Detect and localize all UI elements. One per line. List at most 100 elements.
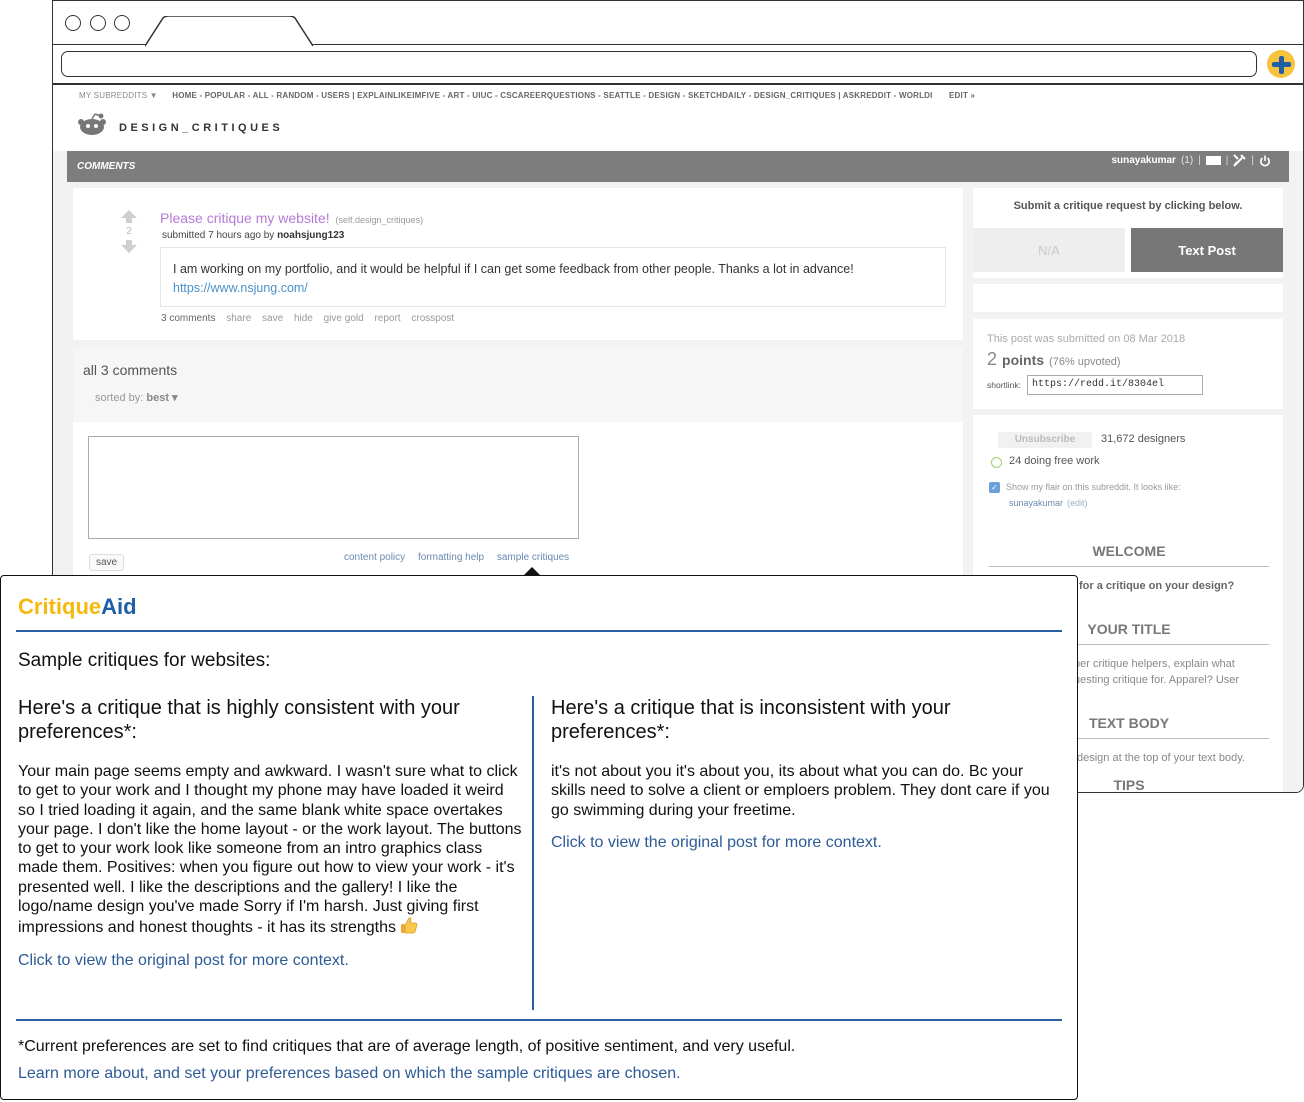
- consistent-critique-body: Your main page seems empty and awkward. …: [18, 762, 523, 938]
- window-zoom-button[interactable]: [114, 15, 130, 31]
- inconsistent-context-link[interactable]: Click to view the original post for more…: [551, 834, 1056, 852]
- text-post-button[interactable]: Text Post: [1131, 228, 1283, 272]
- selftext-body: I am working on my portfolio, and it wou…: [173, 262, 854, 276]
- brand-critique: Critique: [18, 594, 102, 619]
- shortlink-label: shortlink:: [987, 380, 1022, 390]
- online-count: 24 doing free work: [1009, 455, 1100, 467]
- flair-checkbox[interactable]: ✓: [989, 482, 1000, 493]
- post-actions: 3 comments share save hide give gold rep…: [161, 313, 462, 324]
- critiqueaid-popup: CritiqueAid Sample critiques for website…: [0, 575, 1078, 1100]
- column-divider: [532, 696, 534, 1010]
- brand-aid: Aid: [101, 594, 137, 619]
- comments-header: all 3 comments sorted by: best ▾: [73, 347, 963, 422]
- post-card: 2 Please critique my website! (self.desi…: [73, 188, 963, 340]
- inconsistent-critique-column: Here's a critique that is inconsistent w…: [551, 696, 1056, 852]
- edit-subreddits-link[interactable]: EDIT »: [949, 91, 975, 100]
- sort-dropdown[interactable]: best ▾: [146, 392, 177, 404]
- save-comment-button[interactable]: save: [89, 554, 125, 571]
- comment-form-links: content policy formatting help sample cr…: [344, 552, 579, 563]
- subreddit-name[interactable]: DESIGN_CRITIQUES: [119, 122, 283, 134]
- save-link[interactable]: save: [262, 313, 283, 324]
- sidebar-blank-box: [973, 278, 1283, 312]
- post-score: 2: [126, 226, 132, 237]
- submit-box: Submit a critique request by clicking be…: [973, 188, 1283, 312]
- points-number: 2: [987, 349, 998, 369]
- critiqueaid-logo: CritiqueAid: [18, 594, 137, 620]
- preferences-footnote: *Current preferences are set to find cri…: [18, 1038, 796, 1055]
- learn-more-link[interactable]: Learn more about, and set your preferenc…: [18, 1065, 681, 1083]
- subscriber-count: 31,672 designers: [1101, 433, 1186, 445]
- upvote-arrow-icon[interactable]: [121, 210, 137, 223]
- title-instructions-1: per critique helpers, explain what: [1074, 658, 1235, 670]
- unsubscribe-button[interactable]: Unsubscribe: [998, 432, 1092, 448]
- title-instructions-2: uesting critique for. Apparel? User: [1074, 674, 1240, 686]
- downvote-arrow-icon[interactable]: [121, 240, 137, 253]
- comment-textarea[interactable]: [88, 436, 579, 539]
- consistent-heading: Here's a critique that is highly consist…: [18, 697, 460, 743]
- hide-link[interactable]: hide: [294, 313, 313, 324]
- post-domain[interactable]: (self.design_critiques): [336, 215, 424, 225]
- user-karma: (1): [1180, 155, 1194, 166]
- consistent-critique-column: Here's a critique that is highly consist…: [18, 696, 523, 970]
- flair-label: Show my flair on this subreddit. It look…: [1006, 482, 1181, 492]
- submitted-date: This post was submitted on 08 Mar 2018: [987, 333, 1186, 345]
- tab-comments[interactable]: COMMENTS: [77, 161, 135, 172]
- my-subreddits-dropdown[interactable]: MY SUBREDDITS ▼: [79, 91, 158, 100]
- popup-pointer: [524, 567, 540, 575]
- window-minimize-button[interactable]: [90, 15, 106, 31]
- logout-power-icon[interactable]: [1259, 155, 1271, 167]
- points-label: points: [1002, 352, 1045, 368]
- vote-widget: 2: [121, 210, 137, 253]
- welcome-question: for a critique on your design?: [1079, 580, 1235, 592]
- header-divider: [16, 630, 1062, 632]
- submit-cta: Submit a critique request by clicking be…: [1013, 200, 1243, 212]
- inconsistent-heading: Here's a critique that is inconsistent w…: [551, 697, 951, 743]
- formatting-help-link[interactable]: formatting help: [418, 552, 484, 563]
- inconsistent-critique-body: it's not about you it's about you, its a…: [551, 763, 1050, 819]
- page-header: MY SUBREDDITS ▼ HOME - POPULAR - ALL - R…: [53, 85, 1303, 151]
- flair-username: sunayakumar: [1009, 498, 1064, 508]
- address-bar[interactable]: [61, 51, 1257, 77]
- reddit-alien-logo[interactable]: [77, 113, 107, 135]
- sorted-by-label: sorted by:: [95, 392, 144, 404]
- subreddit-bar: MY SUBREDDITS ▼ HOME - POPULAR - ALL - R…: [79, 91, 975, 100]
- flair-preview: sunayakumar (edit): [1009, 498, 1088, 508]
- comments-link[interactable]: 3 comments: [161, 313, 215, 324]
- flair-edit-link[interactable]: (edit): [1067, 498, 1088, 508]
- footer-divider: [16, 1019, 1062, 1021]
- mod-tools-icon[interactable]: [1233, 154, 1247, 167]
- post-author[interactable]: noahsjung123: [277, 230, 344, 241]
- thumbs-up-icon: [401, 917, 418, 934]
- report-link[interactable]: report: [374, 313, 400, 324]
- online-indicator-icon: [991, 457, 1002, 468]
- consistent-context-link[interactable]: Click to view the original post for more…: [18, 952, 523, 970]
- subreddit-links[interactable]: HOME - POPULAR - ALL - RANDOM - USERS | …: [172, 91, 932, 100]
- post-title[interactable]: Please critique my website!: [160, 210, 330, 226]
- user-area: sunayakumar (1) | | |: [1111, 154, 1271, 167]
- content-policy-link[interactable]: content policy: [344, 552, 405, 563]
- post-info-box: This post was submitted on 08 Mar 2018 2…: [973, 319, 1283, 409]
- points-display: 2 points (76% upvoted): [987, 349, 1121, 370]
- crosspost-link[interactable]: crosspost: [411, 313, 454, 324]
- shortlink-field[interactable]: https://redd.it/8304el: [1027, 375, 1203, 395]
- mail-icon[interactable]: [1205, 156, 1221, 165]
- submitted-text: submitted 7 hours ago by: [162, 230, 275, 241]
- upvote-percentage: (76% upvoted): [1049, 356, 1121, 368]
- critiqueaid-extension-icon[interactable]: [1267, 50, 1295, 78]
- username-link[interactable]: sunayakumar: [1111, 155, 1175, 166]
- popup-subtitle: Sample critiques for websites:: [18, 650, 271, 671]
- window-close-button[interactable]: [65, 15, 81, 31]
- tab-bar: COMMENTS sunayakumar (1) | | |: [67, 151, 1289, 182]
- portfolio-link[interactable]: https://www.nsjung.com/: [173, 279, 933, 298]
- post-selftext: I am working on my portfolio, and it wou…: [160, 247, 946, 307]
- sample-critiques-link[interactable]: sample critiques: [497, 552, 569, 563]
- share-link[interactable]: share: [226, 313, 251, 324]
- na-button: N/A: [973, 228, 1125, 272]
- give-gold-link[interactable]: give gold: [324, 313, 364, 324]
- browser-tab[interactable]: [145, 16, 313, 47]
- post-tagline: submitted 7 hours ago by noahsjung123: [162, 230, 344, 241]
- browser-titlebar: [53, 1, 1303, 47]
- body-instructions: design at the top of your text body.: [1077, 752, 1245, 764]
- sort-control: sorted by: best ▾: [95, 391, 178, 404]
- all-comments-title: all 3 comments: [83, 362, 178, 378]
